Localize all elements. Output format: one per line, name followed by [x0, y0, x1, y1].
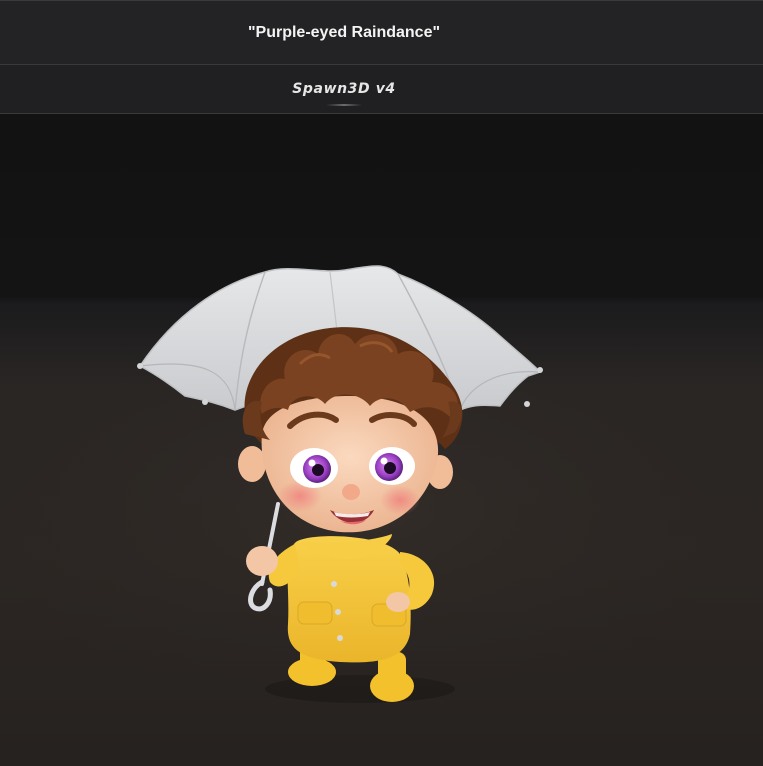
- right-hand: [386, 592, 410, 612]
- app-window: "Purple-eyed Raindance" Spawn3D v4: [0, 0, 763, 766]
- model-label: Spawn3D v4: [292, 81, 396, 97]
- left-ear: [238, 446, 266, 482]
- page-title: "Purple-eyed Raindance": [247, 23, 441, 41]
- title-bar: "Purple-eyed Raindance": [0, 0, 763, 65]
- character-render: [0, 265, 720, 714]
- model-tab-indicator: [326, 104, 362, 106]
- model-bar: Spawn3D v4: [0, 65, 763, 114]
- left-eye: [290, 448, 338, 488]
- model-tab[interactable]: Spawn3D v4: [288, 80, 400, 106]
- right-cheek: [380, 485, 420, 515]
- 3d-viewport[interactable]: [0, 114, 763, 766]
- right-eye: [369, 447, 415, 485]
- nose: [342, 484, 360, 500]
- left-hand: [246, 546, 278, 576]
